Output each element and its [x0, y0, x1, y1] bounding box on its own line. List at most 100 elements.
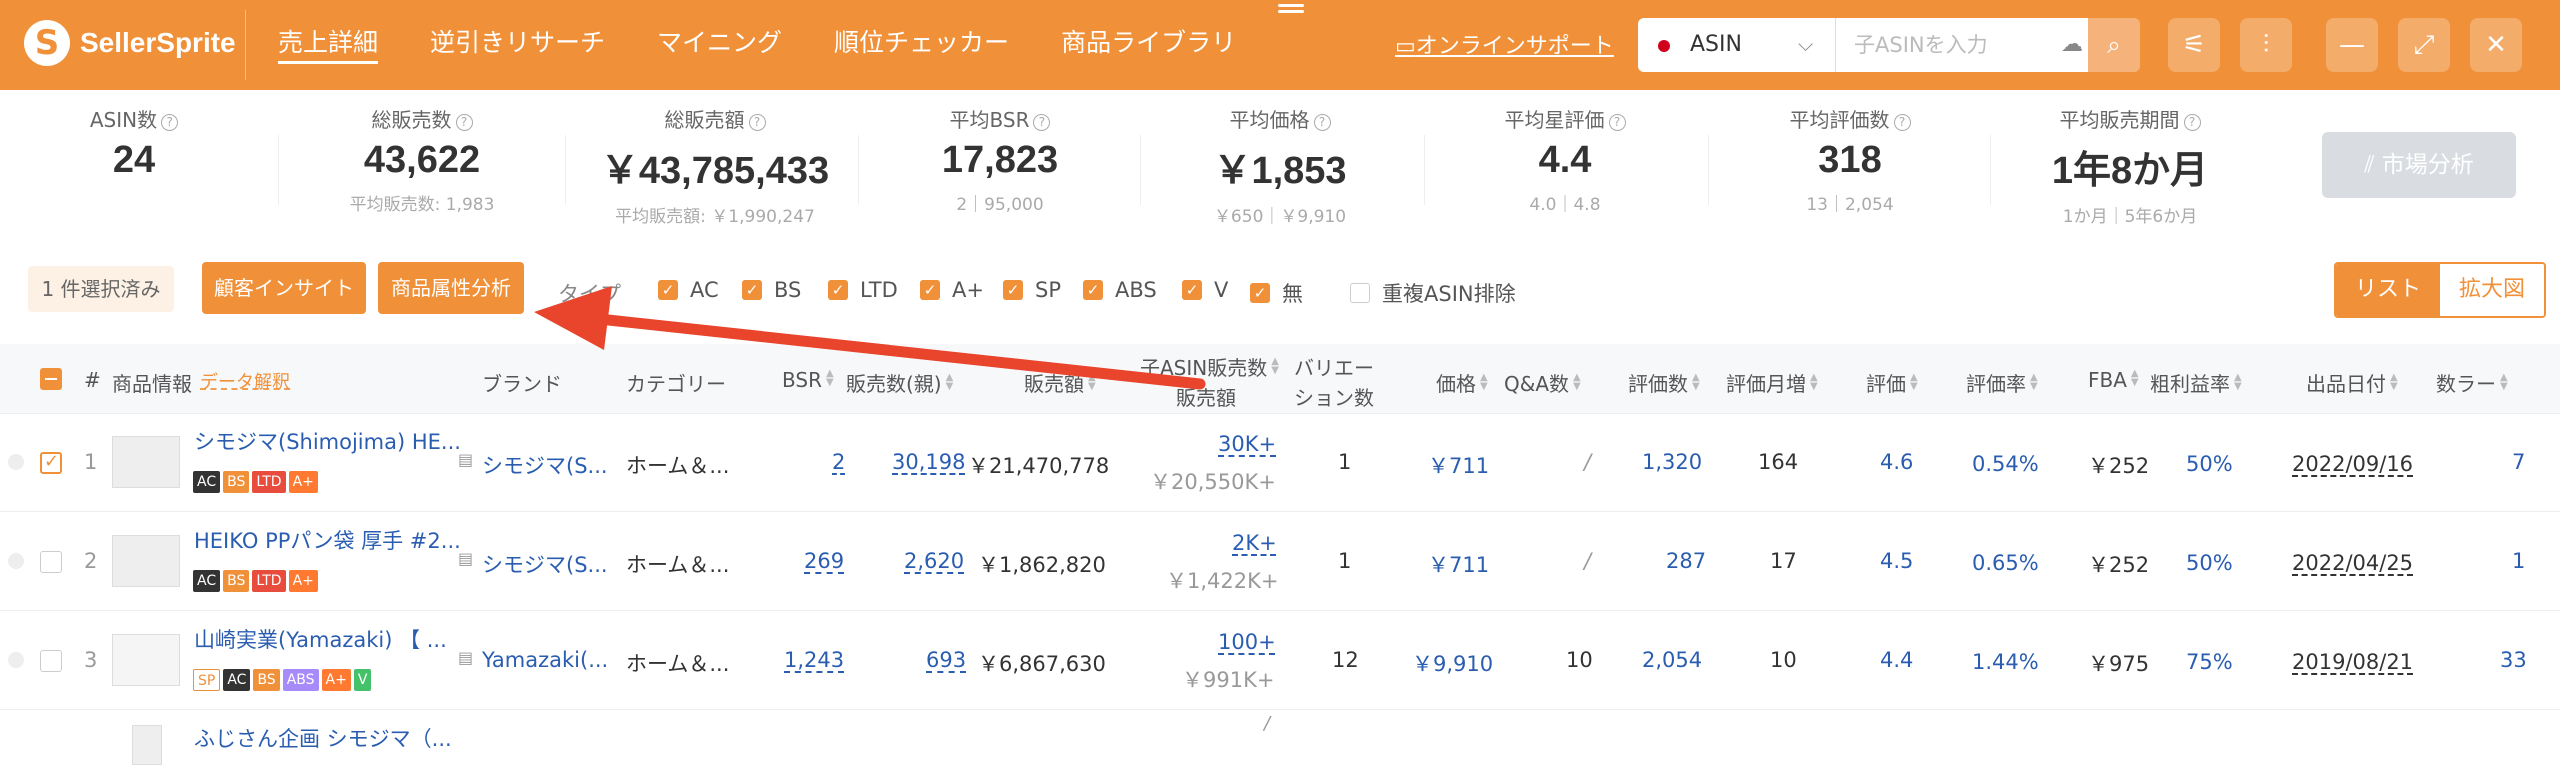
type-abs-checkbox[interactable]: ✓ ABS: [1083, 278, 1157, 302]
market-analysis-button[interactable]: ⫽ 市場分析: [2322, 132, 2516, 198]
type-badges: SP AC BS ABS A+ V: [193, 669, 374, 691]
minimize-button[interactable]: —: [2326, 18, 2378, 72]
stat-avg-bsr: 平均BSR? 17,823 2｜95,000: [941, 108, 1059, 215]
doc-icon: ▤: [458, 648, 474, 667]
doc-icon: ▤: [458, 450, 474, 469]
sort-bsr[interactable]: BSR ▲ ▼: [782, 368, 834, 392]
divider: [245, 10, 246, 80]
minimize-icon: —: [2339, 30, 2365, 60]
sort-fba[interactable]: FBA ▲ ▼: [2088, 368, 2139, 392]
sort-date[interactable]: 出品日付 ▲ ▼: [2306, 368, 2398, 397]
close-button[interactable]: ✕: [2470, 18, 2522, 72]
settings-sliders-button[interactable]: ⫶: [2240, 18, 2292, 72]
sort-margin[interactable]: 粗利益率 ▲ ▼: [2150, 368, 2242, 397]
summary-stats: ASIN数? 24 総販売数? 43,622 平均販売数: 1,983 総販売額…: [0, 90, 2560, 238]
app-name: SellerSprite: [80, 27, 236, 58]
type-sp-checkbox[interactable]: ✓ SP: [1003, 278, 1061, 302]
type-bs-checkbox[interactable]: ✓ BS: [742, 278, 801, 302]
stat-avg-review-count: 平均評価数? 318 13｜2,054: [1740, 104, 1960, 215]
sellersprite-logo-icon: [24, 20, 70, 66]
sort-review-growth[interactable]: 評価月増 ▲ ▼: [1726, 368, 1818, 397]
sort-price[interactable]: 価格 ▲ ▼: [1436, 368, 1488, 397]
sort-sales-amt[interactable]: 販売額 ▲ ▼: [1024, 368, 1096, 397]
row-checkbox[interactable]: [40, 551, 62, 573]
close-icon: ✕: [2485, 30, 2507, 60]
type-badges: AC BS LTD A+: [193, 570, 321, 592]
brand-link[interactable]: Yamazaki(...: [482, 648, 608, 672]
help-icon: ?: [161, 114, 179, 131]
brand-link[interactable]: シモジマ(S...: [482, 450, 608, 480]
help-icon: ?: [1893, 114, 1911, 131]
stat-avg-price: 平均価格? ￥1,853 ￥650｜￥9,910: [1213, 108, 1347, 227]
select-all-checkbox[interactable]: [40, 368, 62, 390]
stat-asin-count: ASIN数? 24: [64, 104, 204, 182]
nav-product-library[interactable]: 商品ライブラリ: [1061, 0, 1236, 90]
type-ac-checkbox[interactable]: ✓ AC: [658, 278, 719, 302]
maximize-button[interactable]: ⤢: [2398, 18, 2450, 72]
chart-icon: ⫽: [2364, 152, 2382, 178]
sort-sellers[interactable]: 数ラー ▲ ▼: [2436, 368, 2508, 397]
upload-cloud-icon[interactable]: ☁: [2056, 18, 2088, 72]
type-none-checkbox[interactable]: ✓ 無: [1250, 278, 1303, 308]
online-support-link[interactable]: ▭オンラインサポート: [1395, 28, 1614, 60]
row-checkbox[interactable]: [40, 451, 62, 474]
brand-link[interactable]: シモジマ(S...: [482, 549, 608, 579]
top-bar: SellerSprite 売上詳細 逆引きリサーチ マイニング 順位チェッカー …: [0, 0, 2560, 90]
help-icon: ?: [1313, 114, 1331, 131]
stat-avg-rating: 平均星評価? 4.4 4.0｜4.8: [1450, 104, 1680, 215]
dedupe-asin-checkbox[interactable]: 重複ASIN排除: [1350, 278, 1516, 308]
type-ltd-checkbox[interactable]: ✓ LTD: [828, 278, 898, 302]
product-thumbnail: [112, 535, 180, 587]
product-thumbnail: [112, 436, 180, 488]
menu-handle-icon[interactable]: [1278, 4, 1304, 20]
filter-bar: 1 件選択済み 顧客インサイト 商品属性分析 タイプ ✓ AC ✓ BS ✓ LTD …: [0, 238, 2560, 344]
sort-sales-qty[interactable]: 販売数(親) ▲ ▼: [846, 368, 953, 397]
table-row[interactable]: 3 山崎実業(Yamazaki) 【 ... SP AC BS ABS A+ V ▤ Ya…: [0, 612, 2560, 710]
sort-qa[interactable]: Q&A数 ▲ ▼: [1504, 368, 1581, 397]
view-toggle: リスト 拡大図: [2334, 262, 2546, 318]
nav-sales-detail[interactable]: 売上詳細: [278, 0, 379, 90]
row-checkbox[interactable]: [40, 650, 62, 672]
filter-icon: ⚟: [2182, 30, 2206, 60]
customer-insight-button[interactable]: 顧客インサイト: [202, 262, 366, 314]
nav-reverse-research[interactable]: 逆引きリサーチ: [430, 0, 605, 90]
table-row[interactable]: 2 HEIKO PPパン袋 厚手 #2... AC BS LTD A+ ▤ シモジマ(…: [0, 513, 2560, 611]
product-title[interactable]: シモジマ(Shimojima) HE...: [194, 426, 461, 456]
product-thumbnail: [132, 725, 162, 765]
sort-reviews[interactable]: 評価数 ▲ ▼: [1628, 368, 1700, 397]
help-icon: ?: [455, 114, 473, 131]
sort-child-qty[interactable]: 子ASIN販売数 ▲ ▼: [1140, 352, 1279, 381]
help-icon: ?: [1033, 114, 1051, 131]
sort-rating[interactable]: 評価 ▲ ▼: [1866, 368, 1918, 397]
nav-mining[interactable]: マイニング: [657, 0, 782, 90]
table-row[interactable]: 1 シモジマ(Shimojima) HE... ACBSLTDA+ ▤ シモジマ…: [0, 414, 2560, 512]
sort-rating-rate[interactable]: 評価率 ▲ ▼: [1966, 368, 2038, 397]
product-title[interactable]: 山崎実業(Yamazaki) 【 ...: [194, 624, 447, 654]
type-badges: AC BS LTD A+: [193, 471, 321, 493]
logo[interactable]: SellerSprite: [24, 20, 236, 66]
view-zoom-button[interactable]: 拡大図: [2440, 264, 2544, 316]
search-type-select[interactable]: ASIN ⌵: [1638, 18, 1836, 72]
search-icon: ⌕: [2107, 31, 2121, 59]
jp-flag-icon: [1658, 40, 1670, 52]
product-attribute-button[interactable]: 商品属性分析: [378, 262, 524, 314]
doc-icon: ▤: [458, 549, 474, 568]
product-thumbnail: [112, 634, 180, 686]
sliders-icon: ⫶: [2262, 30, 2270, 60]
view-list-button[interactable]: リスト: [2336, 264, 2440, 316]
help-icon: ?: [1608, 114, 1626, 131]
asin-input[interactable]: [1836, 18, 2056, 72]
nav-rank-checker[interactable]: 順位チェッカー: [834, 0, 1009, 90]
search-button[interactable]: ⌕: [2088, 18, 2140, 72]
stat-total-sales-qty: 総販売数? 43,622 平均販売数: 1,983: [349, 108, 495, 215]
type-aplus-checkbox[interactable]: ✓ A+: [920, 278, 984, 302]
type-v-checkbox[interactable]: ✓ V: [1182, 278, 1228, 302]
selected-count: 1 件選択済み: [28, 266, 174, 312]
data-explain-link[interactable]: データ解釈: [200, 368, 290, 394]
product-title[interactable]: ふじさん企画 シモジマ（...: [194, 723, 452, 753]
filter-list-button[interactable]: ⚟: [2168, 18, 2220, 72]
product-title[interactable]: HEIKO PPパン袋 厚手 #2...: [194, 525, 461, 555]
stat-avg-sales-period: 平均販売期間? 1年8か月 1か月｜5年6か月: [2051, 108, 2209, 227]
help-icon: ?: [748, 114, 766, 131]
table-row[interactable]: ふじさん企画 シモジマ（... /: [0, 711, 2560, 765]
